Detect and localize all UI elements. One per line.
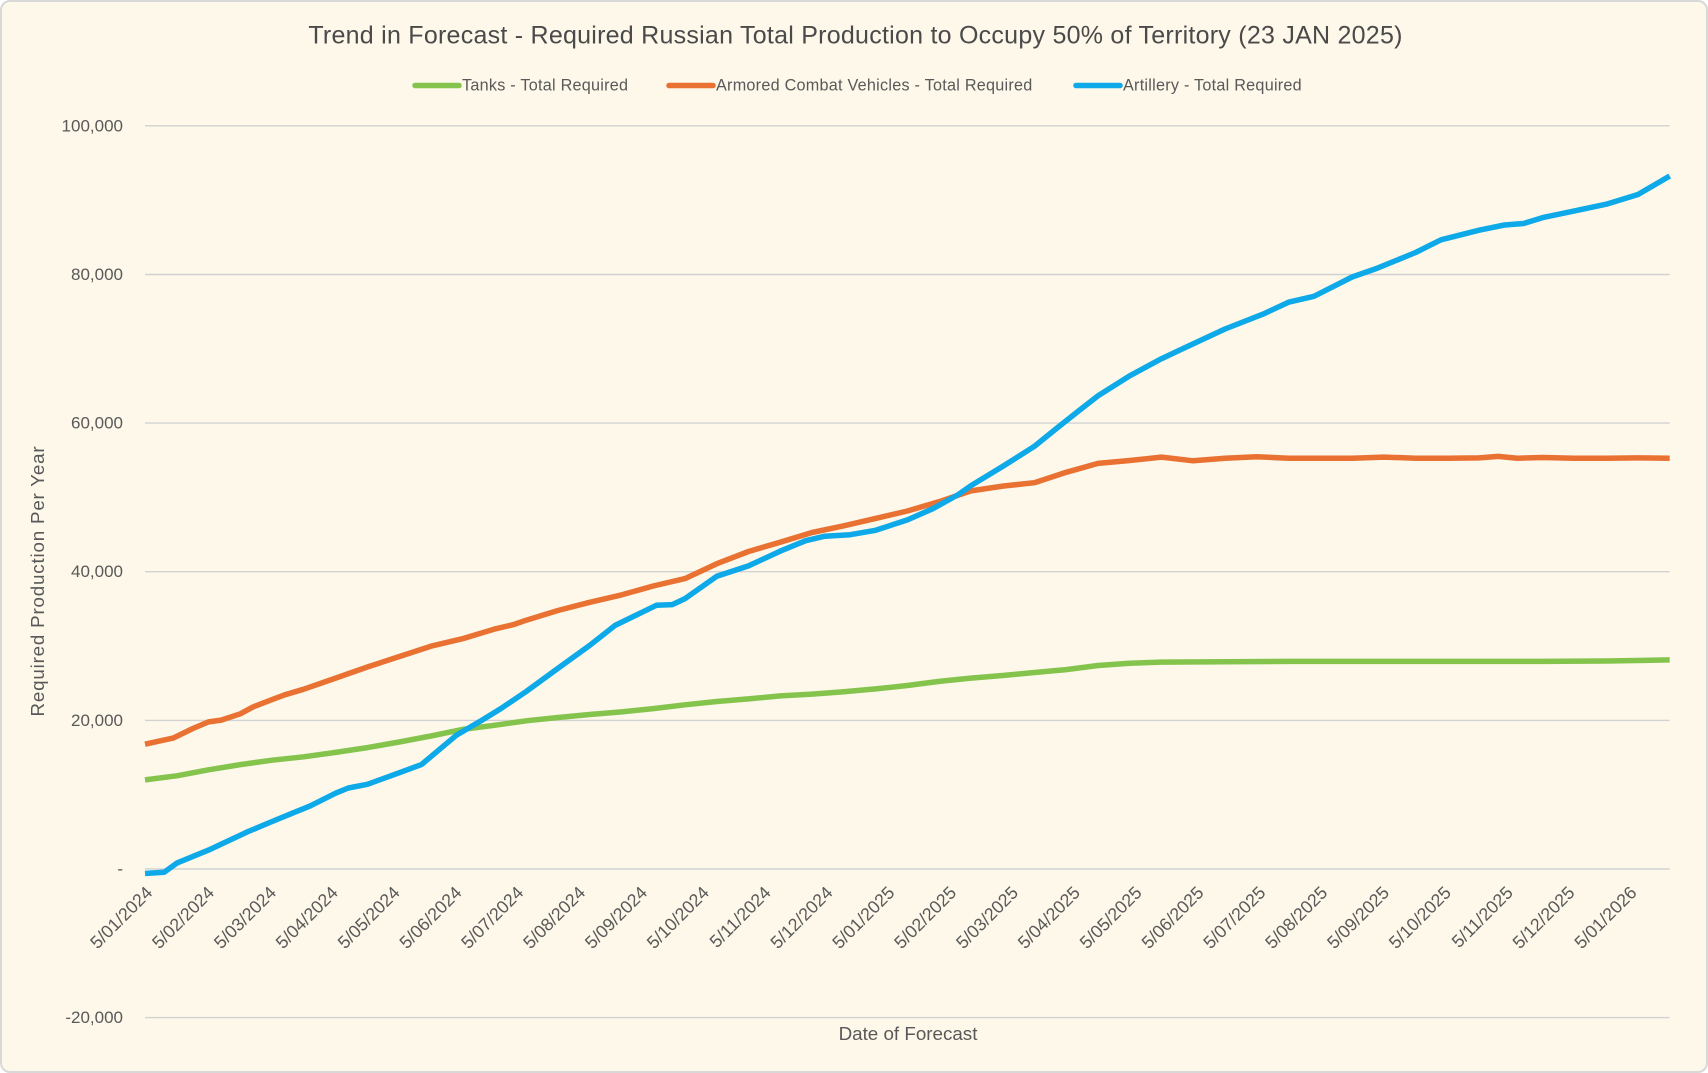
svg-text:Trend in Forecast - Required R: Trend in Forecast - Required Russian Tot… — [308, 21, 1402, 49]
svg-text:Date of Forecast: Date of Forecast — [839, 1023, 979, 1044]
svg-text:Tanks - Total Required: Tanks - Total Required — [462, 77, 628, 95]
svg-text:Required Production Per Year: Required Production Per Year — [27, 446, 48, 717]
svg-text:Armored Combat Vehicles - Tota: Armored Combat Vehicles - Total Required — [716, 77, 1033, 95]
svg-text:20,000: 20,000 — [71, 711, 123, 730]
svg-text:-20,000: -20,000 — [65, 1008, 123, 1027]
svg-text:80,000: 80,000 — [71, 265, 123, 284]
svg-text:40,000: 40,000 — [71, 562, 123, 581]
svg-text:-: - — [117, 860, 123, 879]
svg-text:100,000: 100,000 — [62, 116, 123, 135]
svg-text:60,000: 60,000 — [71, 414, 123, 433]
svg-text:Artillery - Total Required: Artillery - Total Required — [1123, 77, 1302, 95]
